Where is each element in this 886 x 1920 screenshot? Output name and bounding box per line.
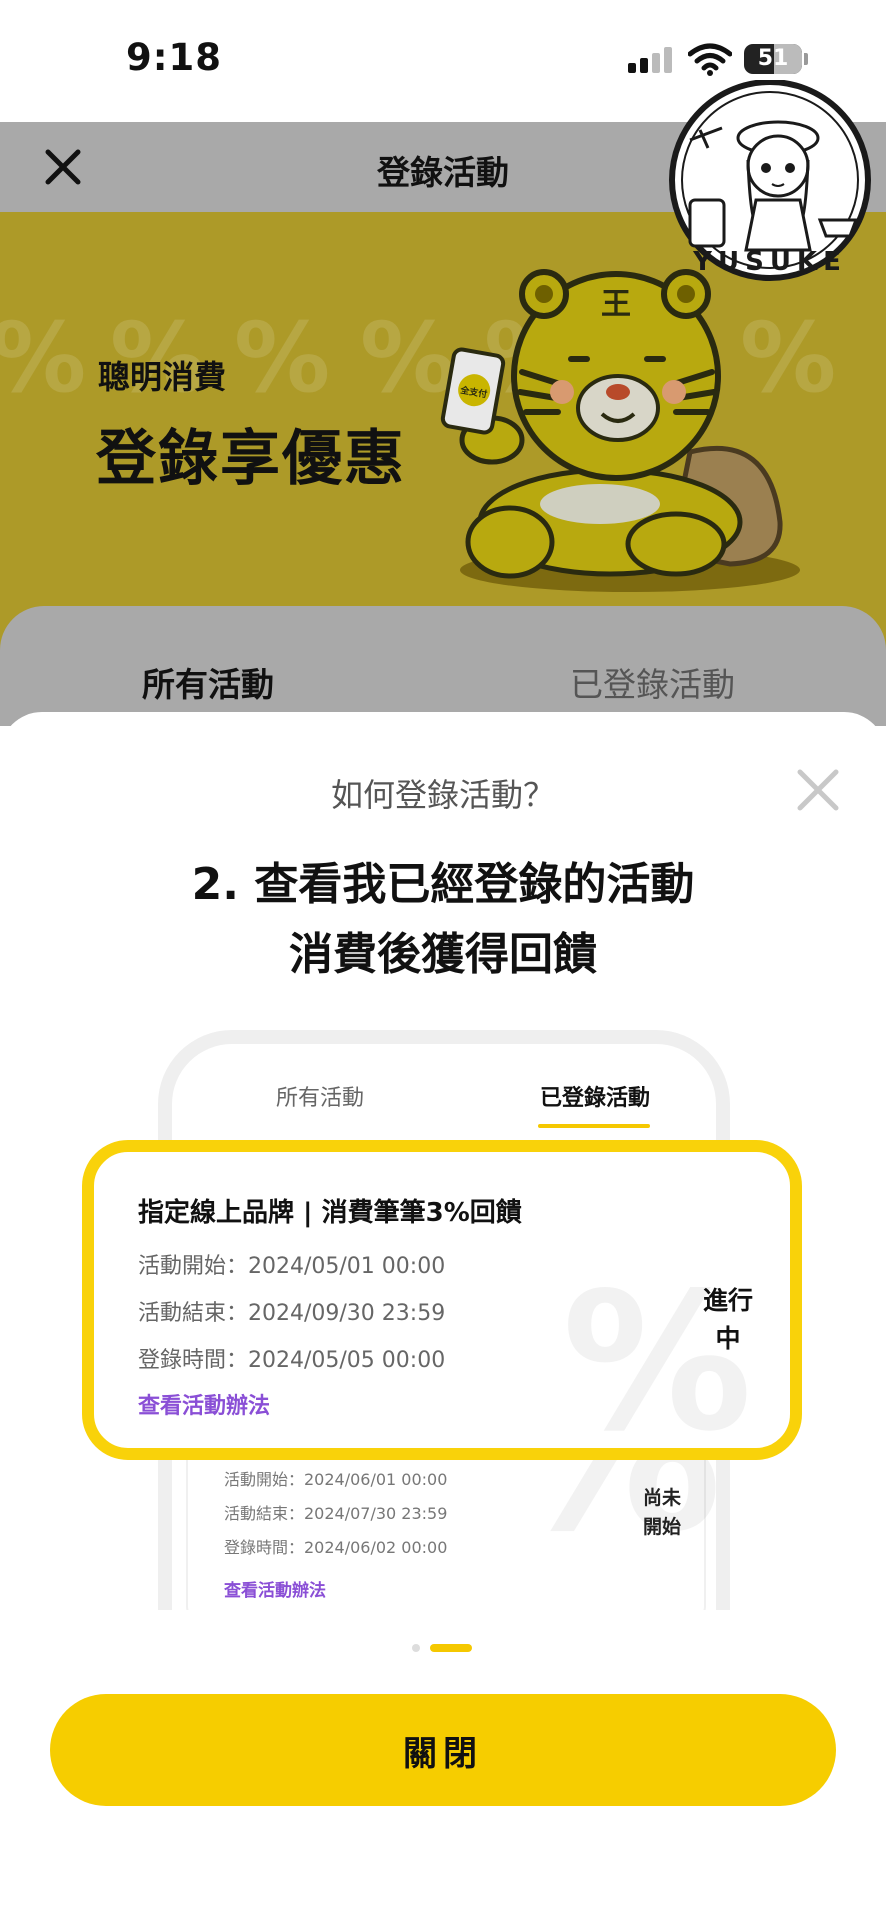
tiger-mascot-illustration: 王 全支付 — [440, 269, 800, 592]
activity-tabs: 所有活動 已登錄活動 — [0, 606, 886, 726]
status-time: 9:18 — [126, 36, 223, 79]
wifi-icon — [688, 43, 732, 76]
signal-icon — [628, 47, 674, 73]
battery-icon: 51 — [744, 44, 802, 74]
mockup-registered-date: 登錄時間：2024/06/02 00:00 — [224, 1538, 448, 1557]
battery-tip — [804, 53, 808, 65]
mockup-start-date: 活動開始：2024/06/01 00:00 — [224, 1470, 448, 1489]
activity-start-date: 活動開始：2024/05/01 00:00 — [138, 1254, 446, 1279]
highlighted-activity-card: % 指定線上品牌 | 消費筆筆3%回饋 活動開始：2024/05/01 00:0… — [82, 1140, 802, 1473]
percent-pattern: % — [234, 302, 331, 414]
activity-end-date: 活動結束：2024/09/30 23:59 — [138, 1301, 446, 1326]
mockup-rules-link: 查看活動辦法 — [224, 1581, 326, 1601]
step-subheading: 消費後獲得回饋 — [289, 929, 597, 980]
close-icon[interactable] — [796, 768, 840, 812]
status-line2: 中 — [715, 1324, 741, 1353]
how-to-register-sheet: 如何登錄活動？ 2. 查看我已經登錄的活動 消費後獲得回饋 所有活動 已登錄活動… — [0, 712, 886, 1920]
mockup-status-badge: 尚未 開始 — [632, 1484, 692, 1542]
tab-all-activities[interactable]: 所有活動 — [142, 658, 274, 706]
close-button[interactable]: 關閉 — [50, 1694, 836, 1806]
step-heading: 2. 查看我已經登錄的活動 — [191, 859, 695, 910]
mockup-status-line1: 尚未 — [642, 1487, 681, 1509]
page-dot-2-active[interactable] — [430, 1644, 472, 1652]
page-indicator — [412, 1644, 482, 1652]
page-dot-1[interactable] — [412, 1644, 420, 1652]
banner-subtitle: 聰明消費 — [98, 358, 227, 396]
view-rules-link[interactable]: 查看活動辦法 — [138, 1388, 270, 1420]
mockup-tab-underline — [538, 1124, 650, 1128]
mascot-forehead-mark: 王 — [601, 287, 631, 322]
watermark-text: YUSUKE — [692, 247, 847, 277]
sheet-title: 如何登錄活動？ — [330, 776, 555, 814]
yusuke-watermark-stamp: YUSUKE — [669, 80, 871, 281]
activity-registered-date: 登錄時間：2024/05/05 00:00 — [138, 1348, 446, 1373]
battery-percent: 51 — [757, 46, 789, 71]
tab-registered-activities[interactable]: 已登錄活動 — [570, 658, 735, 706]
status-badge: 進行 中 — [700, 1282, 756, 1358]
activity-name: 指定線上品牌 | 消費筆筆3%回饋 — [138, 1198, 522, 1228]
mockup-tab-all: 所有活動 — [276, 1086, 365, 1111]
banner-title: 登錄享優惠 — [96, 424, 406, 494]
percent-pattern: % — [0, 302, 86, 414]
status-line1: 進行 — [702, 1286, 753, 1315]
mockup-tab-registered: 已登錄活動 — [540, 1086, 651, 1111]
mockup-end-date: 活動結束：2024/07/30 23:59 — [224, 1504, 448, 1523]
mockup-status-line2: 開始 — [642, 1516, 681, 1538]
